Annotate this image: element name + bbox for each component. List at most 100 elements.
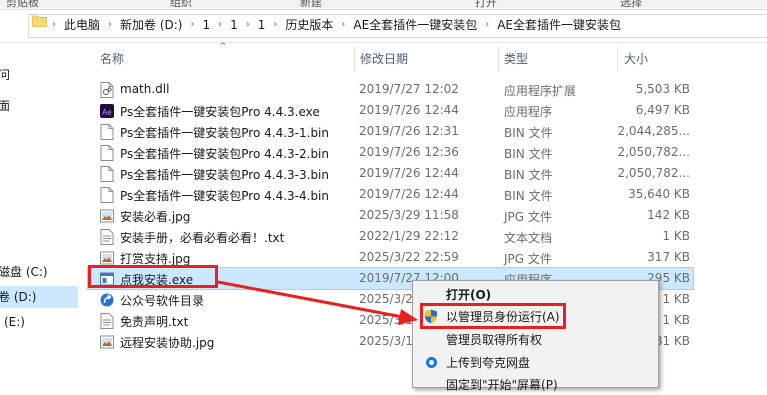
breadcrumb-ae-pack-current[interactable]: AE全套插件一键安装包	[497, 16, 621, 33]
file-date: 2019/7/26 12:44	[359, 103, 459, 117]
file-type: 应用程序	[504, 105, 553, 119]
breadcrumb-drive-d[interactable]: 新加卷 (D:)	[120, 16, 182, 33]
nav-item-quick-access[interactable]: 问	[0, 64, 78, 86]
column-header-date[interactable]: 修改日期	[360, 50, 408, 67]
text-icon	[100, 313, 114, 329]
ribbon-label-open[interactable]: 打开	[475, 0, 497, 9]
file-name: Ps全套插件一键安装包Pro 4.4.3.exe	[120, 105, 320, 119]
file-row[interactable]: Ps全套插件一键安装包Pro 4.4.3-3.bin 2019/7/26 12:4…	[88, 163, 693, 184]
file-name: math.dll	[120, 82, 170, 96]
nav-item-label: 面	[0, 99, 11, 113]
chevron-right-icon[interactable]: ›	[108, 19, 112, 30]
ae-exe-icon: Ae	[100, 103, 114, 119]
file-size: 81 KB	[654, 334, 690, 348]
breadcrumb-folder-1c[interactable]: 1	[258, 18, 266, 32]
file-name: Ps全套插件一键安装包Pro 4.4.3-4.bin	[120, 189, 329, 203]
column-divider[interactable]	[498, 46, 499, 72]
menu-item-label: 管理员取得所有权	[446, 333, 543, 347]
nav-item-drive-e[interactable]: (E:)	[0, 311, 78, 333]
file-date: 2025/3/2	[359, 292, 413, 306]
ribbon-strip: 剪贴板 组织 新建 打开 选择	[0, 0, 767, 10]
file-row[interactable]: Ae Ps全套插件一键安装包Pro 4.4.3.exe 2019/7/26 12:4…	[88, 100, 693, 121]
nav-item-drive-c[interactable]: 磁盘 (C:)	[0, 261, 78, 283]
file-type: BIN 文件	[504, 126, 553, 140]
file-date: 2022/1/29 22:12	[359, 229, 459, 243]
image-icon	[100, 250, 114, 266]
file-row[interactable]: 安装必看.jpg 2025/3/29 11:58 JPG 文件 142 KB	[88, 205, 693, 226]
file-date: 2019/7/26 12:44	[359, 187, 459, 201]
file-date: 2025/3/1	[359, 313, 413, 327]
file-type: BIN 文件	[504, 189, 553, 203]
breadcrumb-this-pc[interactable]: 此电脑	[64, 16, 100, 33]
file-type: BIN 文件	[504, 168, 553, 182]
breadcrumb: › 此电脑 › 新加卷 (D:) › 1 › 1 › 1 › 历史版本 › AE…	[52, 16, 621, 33]
nav-item-label: 问	[0, 68, 11, 82]
nav-item-drive-d[interactable]: 卷 (D:)	[0, 286, 78, 308]
annotation-box-exe	[88, 265, 218, 288]
file-type: 应用程序扩展	[504, 84, 577, 98]
chevron-right-icon[interactable]: ›	[52, 19, 56, 30]
nav-item-label: (E:)	[4, 315, 25, 329]
ribbon-label-select[interactable]: 选择	[620, 0, 642, 9]
file-name: 安装手册，必看必看必看！.txt	[120, 231, 285, 245]
menu-item-pin-start[interactable]: 固定到"开始"屏幕(P)	[413, 374, 658, 395]
text-icon	[100, 229, 114, 245]
menu-item-open[interactable]: 打开(O)	[413, 284, 658, 305]
file-row[interactable]: Ps全套插件一键安装包Pro 4.4.3-4.bin 2019/7/26 12:4…	[88, 184, 693, 205]
file-size: 35,640 KB	[628, 187, 690, 201]
file-type: BIN 文件	[504, 147, 553, 161]
file-date: 2019/7/26 12:44	[359, 166, 459, 180]
chevron-right-icon[interactable]: ›	[341, 19, 345, 30]
file-name: 安装必看.jpg	[120, 210, 191, 224]
chevron-right-icon[interactable]: ›	[190, 19, 194, 30]
file-type: JPG 文件	[504, 252, 552, 266]
file-size: 1 KB	[662, 313, 690, 327]
file-row[interactable]: Ps全套插件一键安装包Pro 4.4.3-2.bin 2019/7/26 12:3…	[88, 142, 693, 163]
file-row[interactable]: math.dll 2019/7/27 12:02 应用程序扩展 5,503 KB	[88, 79, 693, 100]
file-date: 2019/7/27 12:02	[359, 82, 459, 96]
file-date: 2025/3/29 11:58	[359, 208, 459, 222]
sort-ascending-icon: ^	[219, 42, 227, 52]
chevron-right-icon[interactable]: ›	[485, 19, 489, 30]
menu-item-upload-quark[interactable]: 上传到夸克网盘	[413, 352, 658, 373]
file-name: 公众号软件目录	[120, 294, 205, 308]
column-header-name[interactable]: 名称	[100, 50, 124, 67]
file-size: 2,044,285...	[617, 124, 690, 138]
column-divider[interactable]	[354, 46, 355, 72]
ribbon-label-organize[interactable]: 组织	[170, 0, 192, 9]
file-icon	[100, 187, 114, 203]
annotation-box-run-as-admin	[420, 303, 566, 329]
file-type: 文本文档	[504, 231, 553, 245]
nav-item-desktop[interactable]: 面	[0, 95, 78, 117]
context-menu: 打开(O) 以管理员身份运行(A) 管理员取得所有权 上传到夸克网盘 固定到"开…	[412, 280, 659, 392]
column-divider[interactable]	[617, 46, 618, 72]
file-date: 2019/7/26 12:36	[359, 145, 459, 159]
ribbon-label-clipboard[interactable]: 剪贴板	[6, 0, 39, 9]
nav-item-label: 卷 (D:)	[0, 290, 37, 304]
file-size: 1 KB	[662, 229, 690, 243]
breadcrumb-folder-1a[interactable]: 1	[202, 18, 210, 32]
file-name: Ps全套插件一键安装包Pro 4.4.3-2.bin	[120, 147, 329, 161]
file-date: 2025/3/22 22:59	[359, 250, 459, 264]
column-header-size[interactable]: 大小	[624, 50, 648, 67]
quark-icon	[426, 357, 437, 368]
column-header-type[interactable]: 类型	[504, 50, 528, 67]
file-size: 6,497 KB	[635, 103, 690, 117]
file-row[interactable]: Ps全套插件一键安装包Pro 4.4.3-1.bin 2019/7/26 12:3…	[88, 121, 693, 142]
breadcrumb-folder-1b[interactable]: 1	[230, 18, 238, 32]
file-row[interactable]: 安装手册，必看必看必看！.txt 2022/1/29 22:12 文本文档 1 KB	[88, 226, 693, 247]
breadcrumb-history[interactable]: 历史版本	[285, 16, 333, 33]
chevron-right-icon[interactable]: ›	[273, 19, 277, 30]
file-type: JPG 文件	[504, 210, 552, 224]
file-name: 远程安装协助.jpg	[120, 336, 215, 350]
file-size: 1 KB	[662, 292, 690, 306]
svg-text:Ae: Ae	[102, 108, 112, 117]
chevron-right-icon[interactable]: ›	[218, 19, 222, 30]
menu-item-take-ownership[interactable]: 管理员取得所有权	[413, 329, 658, 350]
menu-item-label: 固定到"开始"屏幕(P)	[446, 378, 558, 392]
breadcrumb-ae-pack-parent[interactable]: AE全套插件一键安装包	[353, 16, 477, 33]
menu-item-label: 上传到夸克网盘	[446, 356, 531, 370]
file-size: 317 KB	[647, 250, 690, 264]
ribbon-label-new[interactable]: 新建	[300, 0, 322, 9]
chevron-right-icon[interactable]: ›	[246, 19, 250, 30]
